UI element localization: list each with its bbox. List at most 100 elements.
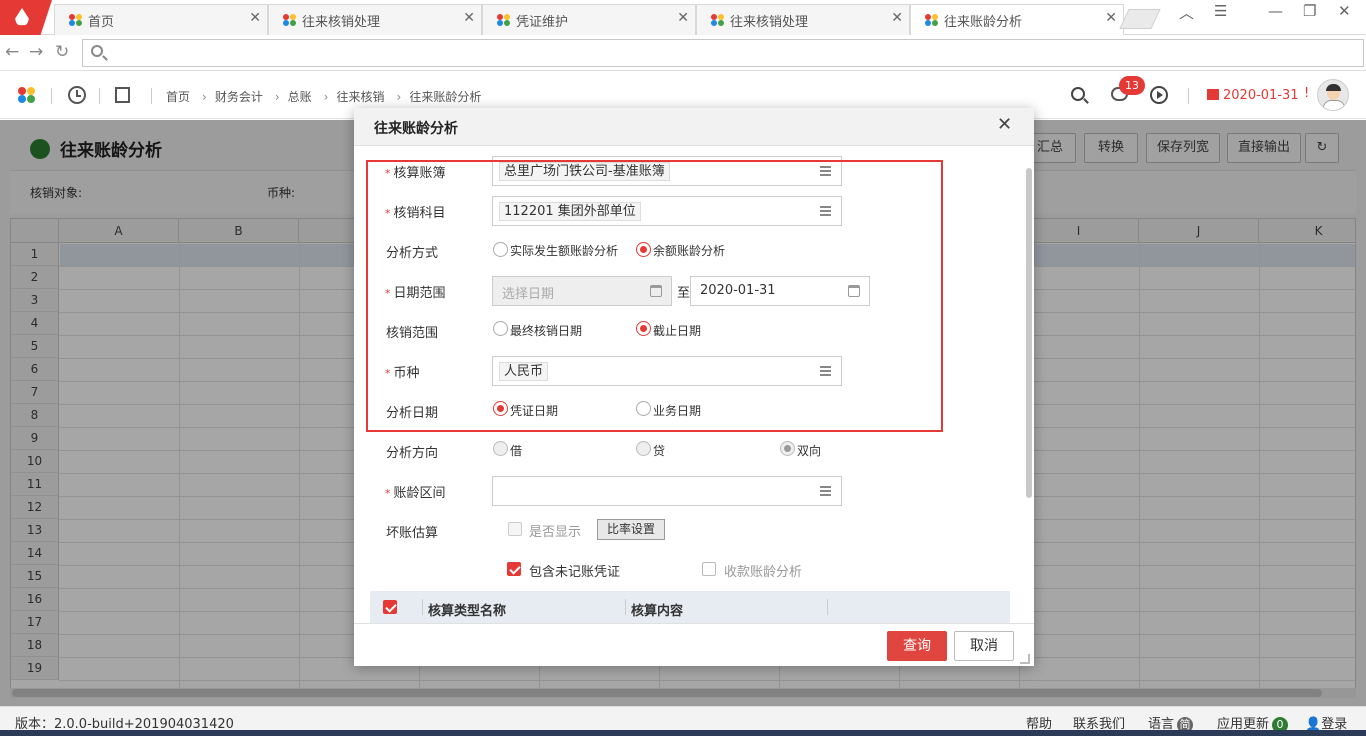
breadcrumb-item[interactable]: 首页: [166, 90, 190, 104]
radio-voucher-date-label: 凭证日期: [510, 404, 559, 418]
minimize-icon[interactable]: —: [1268, 2, 1283, 20]
chevron-right-icon: ›: [323, 90, 329, 104]
start-date-input[interactable]: 选择日期: [492, 276, 672, 306]
close-icon[interactable]: ✕: [1105, 10, 1117, 26]
clock-icon[interactable]: [68, 86, 86, 104]
menu-icon[interactable]: ☰: [1214, 2, 1227, 20]
aging-analysis-dialog: 往来账龄分析 ✕ * 核算账簿 总里广场门铁公司-基准账簿 * 核销科目 11220…: [354, 108, 1034, 666]
dialog-title: 往来账龄分析: [374, 121, 458, 137]
play-icon[interactable]: [1150, 86, 1168, 104]
ledger-tag: 总里广场门铁公司-基准账簿: [499, 162, 670, 181]
address-row: ← → ↻: [0, 35, 1366, 71]
back-icon[interactable]: ←: [5, 42, 19, 62]
radio-cutoff-date-label: 截止日期: [653, 324, 702, 338]
app-logo-icon[interactable]: [0, 0, 52, 35]
receipt-aging-checkbox[interactable]: [702, 562, 716, 576]
list-icon[interactable]: [820, 486, 831, 496]
address-input[interactable]: [82, 39, 1364, 67]
column-accounting-type-name: 核算类型名称: [428, 604, 507, 619]
business-date-value: 2020-01-31: [1223, 88, 1299, 103]
breadcrumb-item[interactable]: 总账: [288, 90, 312, 104]
close-icon[interactable]: ✕: [249, 10, 261, 26]
tab-writeoff-2[interactable]: 往来核销处理 ✕: [696, 4, 910, 35]
rate-settings-button[interactable]: 比率设置: [597, 519, 665, 540]
ledger-field[interactable]: 总里广场门铁公司-基准账簿: [492, 156, 842, 186]
browser-tab-bar: 首页 ✕ 往来核销处理 ✕ 凭证维护 ✕ 往来核销处理 ✕ 往来账龄分析 ✕ ︿…: [0, 0, 1366, 36]
app-flower-icon: [711, 14, 725, 26]
search-icon: [91, 45, 103, 57]
subject-field[interactable]: 112201 集团外部单位: [492, 196, 842, 226]
list-icon[interactable]: [820, 166, 831, 176]
list-icon[interactable]: [820, 366, 831, 376]
app-flower-icon: [925, 14, 939, 26]
avatar[interactable]: [1317, 79, 1349, 111]
chevron-right-icon: ›: [396, 90, 402, 104]
chevron-up-icon[interactable]: ︿: [1179, 2, 1194, 23]
close-icon[interactable]: ✕: [891, 10, 903, 26]
reload-icon[interactable]: ↻: [55, 42, 69, 62]
subject-tag: 112201 集团外部单位: [499, 202, 641, 221]
cancel-button[interactable]: 取消: [954, 631, 1014, 661]
resize-handle[interactable]: [1020, 654, 1030, 664]
app-flower-icon: [283, 14, 297, 26]
tab-voucher[interactable]: 凭证维护 ✕: [482, 4, 696, 35]
end-date-input[interactable]: 2020-01-31: [690, 276, 870, 306]
radio-final-writeoff-date-label: 最终核销日期: [510, 324, 583, 338]
breadcrumb-item[interactable]: 财务会计: [215, 90, 263, 104]
query-button[interactable]: 查询: [887, 631, 947, 661]
tab-label: 往来核销处理: [302, 15, 381, 30]
close-icon[interactable]: ✕: [997, 114, 1012, 135]
forward-icon[interactable]: →: [29, 42, 43, 62]
ledger-label: * 核算账簿: [385, 166, 446, 181]
close-icon[interactable]: ✕: [463, 10, 475, 26]
date-range-label: * 日期范围: [385, 286, 446, 301]
radio-actual-amount-label: 实际发生额账龄分析: [510, 244, 619, 258]
radio-credit-label: 贷: [653, 444, 666, 458]
aging-interval-label: * 账龄区间: [385, 486, 446, 501]
include-unposted-checkbox[interactable]: [507, 562, 521, 576]
radio-voucher-date[interactable]: [493, 401, 508, 416]
tab-label: 往来核销处理: [730, 15, 809, 30]
tab-home[interactable]: 首页 ✕: [54, 4, 268, 35]
search-icon[interactable]: [1071, 87, 1085, 101]
receipt-aging-label: 收款账龄分析: [724, 565, 803, 580]
building-icon[interactable]: [115, 87, 130, 103]
accounting-type-table-header: 核算类型名称 核算内容: [370, 591, 1010, 623]
tab-aging-analysis[interactable]: 往来账龄分析 ✕: [910, 4, 1124, 36]
radio-business-date-label: 业务日期: [653, 404, 702, 418]
list-icon[interactable]: [820, 206, 831, 216]
dialog-scrollbar[interactable]: [1026, 168, 1032, 498]
currency-field[interactable]: 人民币: [492, 356, 842, 386]
select-all-checkbox[interactable]: [383, 600, 397, 614]
dialog-footer: 查询 取消: [354, 623, 1034, 666]
radio-both-label: 双向: [797, 444, 822, 458]
show-bad-debt-checkbox: [508, 522, 522, 536]
currency-label: * 币种: [385, 366, 420, 381]
app-flower-icon[interactable]: [18, 87, 38, 105]
business-date[interactable]: 2020-01-31: [1207, 88, 1299, 103]
chevron-right-icon: ›: [202, 90, 207, 104]
analysis-date-label: 分析日期: [386, 406, 439, 421]
window-close-icon[interactable]: ✕: [1338, 2, 1351, 20]
end-date-value: 2020-01-31: [700, 283, 776, 298]
app-flower-icon: [497, 14, 511, 26]
maximize-icon[interactable]: ❐: [1303, 2, 1316, 20]
breadcrumb-item: 往来账龄分析: [409, 90, 482, 104]
radio-balance[interactable]: [636, 242, 651, 257]
radio-actual-amount[interactable]: [493, 242, 508, 257]
notification-badge: 13: [1119, 76, 1145, 95]
tab-writeoff-1[interactable]: 往来核销处理 ✕: [268, 4, 482, 35]
analysis-method-label: 分析方式: [386, 246, 439, 261]
radio-cutoff-date[interactable]: [636, 321, 651, 336]
writeoff-range-label: 核销范围: [386, 326, 439, 341]
calendar-icon[interactable]: [650, 285, 662, 297]
dialog-header: 往来账龄分析 ✕: [354, 108, 1034, 146]
radio-final-writeoff-date[interactable]: [493, 321, 508, 336]
new-tab-button[interactable]: [1119, 9, 1161, 29]
show-bad-debt-label: 是否显示: [529, 525, 582, 540]
radio-business-date[interactable]: [636, 401, 651, 416]
aging-interval-field[interactable]: [492, 476, 842, 506]
breadcrumb-item[interactable]: 往来核销: [336, 90, 384, 104]
calendar-icon[interactable]: [848, 285, 860, 297]
close-icon[interactable]: ✕: [677, 10, 689, 26]
